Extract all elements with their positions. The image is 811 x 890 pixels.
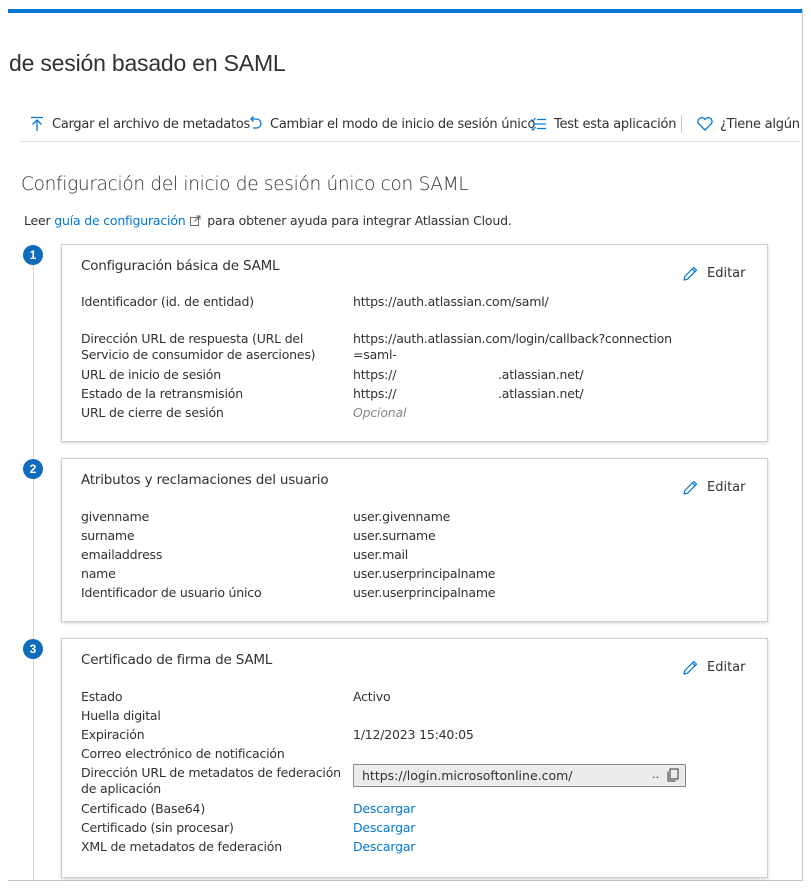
feedback-button[interactable]: ¿Tiene algún c	[696, 114, 802, 134]
checklist-icon	[531, 117, 546, 131]
row-value: user.givenname	[353, 509, 451, 524]
edit-basic-saml-button[interactable]: Editar	[682, 265, 746, 282]
row-value: user.userprincipalname	[353, 566, 496, 581]
section-title: Configuración del inicio de sesión único…	[21, 174, 469, 195]
row-value: 1/12/2023 15:40:05	[353, 727, 474, 742]
external-link-icon	[189, 215, 200, 226]
user-attributes-claims-card: Atributos y reclamaciones del usuario Ed…	[61, 458, 768, 622]
row-label: emailaddress	[81, 547, 163, 562]
metadata-url-field[interactable]: https://login.microsoftonline.com/ ..	[353, 764, 686, 787]
row-label: Huella digital	[81, 708, 161, 723]
pencil-icon	[683, 480, 698, 495]
row-value: user.mail	[353, 547, 409, 562]
download-federation-metadata-link[interactable]: Descargar	[353, 839, 415, 855]
row-label: givenname	[81, 509, 150, 524]
row-value-end: .atlassian.net/	[498, 367, 584, 382]
row-value: https://auth.atlassian.com/login/callbac…	[353, 331, 672, 362]
intro-prefix: Leer	[24, 213, 51, 228]
saml-signing-certificate-card: Certificado de firma de SAML Editar Esta…	[61, 638, 768, 878]
configuration-guide-link[interactable]: guía de configuración	[54, 213, 185, 228]
edit-label: Editar	[707, 660, 746, 675]
frame-bottom-border	[8, 880, 803, 881]
intro-suffix: para obtener ayuda para integrar Atlassi…	[207, 213, 512, 228]
url-ellipsis: ..	[652, 768, 659, 781]
top-accent-bar	[8, 9, 803, 13]
change-sso-mode-button[interactable]: Cambiar el modo de inicio de sesión únic…	[246, 114, 535, 134]
card-title: Atributos y reclamaciones del usuario	[81, 472, 329, 488]
row-value-start: https://	[353, 386, 397, 401]
card-title: Configuración básica de SAML	[81, 258, 280, 274]
undo-icon	[250, 116, 262, 129]
upload-icon	[31, 116, 43, 131]
toolbar-divider	[20, 141, 800, 142]
row-value: https://auth.atlassian.com/saml/	[353, 294, 549, 309]
download-certificate-base64-link[interactable]: Descargar	[353, 801, 415, 817]
row-value: Activo	[353, 689, 391, 704]
row-label: Expiración	[81, 727, 145, 742]
row-value-start: https://	[353, 367, 397, 382]
row-label: Identificador de usuario único	[81, 585, 262, 600]
row-label: Certificado (Base64)	[81, 801, 205, 816]
row-label: Dirección URL de respuesta (URL del Serv…	[81, 331, 316, 362]
frame-right-border	[802, 9, 803, 881]
row-label: Estado de la retransmisión	[81, 386, 243, 401]
row-value: user.userprincipalname	[353, 585, 496, 600]
intro-text: Leer guía de configuración para obtener …	[24, 213, 512, 228]
edit-certificate-button[interactable]: Editar	[682, 659, 746, 676]
change-sso-mode-label: Cambiar el modo de inicio de sesión únic…	[270, 116, 536, 132]
row-label: name	[81, 566, 116, 581]
row-label: Correo electrónico de notificación	[81, 746, 285, 761]
metadata-url-value: https://login.microsoftonline.com/	[362, 768, 573, 783]
basic-saml-configuration-card: Configuración básica de SAML Editar Iden…	[61, 244, 768, 442]
feedback-label: ¿Tiene algún c	[720, 116, 802, 132]
heart-icon	[697, 117, 713, 131]
row-value: Opcional	[353, 405, 407, 420]
download-certificate-raw-link[interactable]: Descargar	[353, 820, 415, 836]
upload-metadata-label: Cargar el archivo de metadatos	[52, 116, 251, 132]
step-timeline	[33, 265, 34, 880]
row-label: URL de cierre de sesión	[81, 405, 224, 420]
card-title: Certificado de firma de SAML	[81, 652, 273, 668]
row-value-end: .atlassian.net/	[498, 386, 584, 401]
edit-attributes-button[interactable]: Editar	[682, 479, 746, 496]
pencil-icon	[683, 660, 698, 675]
step-badge-2: 2	[23, 459, 43, 479]
test-app-button[interactable]: Test esta aplicación	[530, 114, 676, 134]
row-label: Dirección URL de metadatos de federación…	[81, 765, 341, 796]
row-value: user.surname	[353, 528, 436, 543]
step-badge-1: 1	[23, 245, 43, 265]
copy-icon[interactable]	[666, 768, 680, 782]
row-label: Estado	[81, 689, 123, 704]
upload-metadata-button[interactable]: Cargar el archivo de metadatos	[28, 114, 250, 134]
row-label: XML de metadatos de federación	[81, 839, 282, 854]
test-app-label: Test esta aplicación	[554, 116, 677, 132]
row-label: URL de inicio de sesión	[81, 367, 221, 382]
edit-label: Editar	[707, 266, 746, 281]
pencil-icon	[683, 266, 698, 281]
edit-label: Editar	[707, 480, 746, 495]
row-label: surname	[81, 528, 135, 543]
row-label: Certificado (sin procesar)	[81, 820, 234, 835]
command-bar: Cargar el archivo de metadatos Cambiar e…	[8, 106, 802, 142]
step-badge-3: 3	[23, 639, 43, 659]
toolbar-separator	[681, 115, 682, 133]
row-label: Identificador (id. de entidad)	[81, 294, 254, 309]
page-title: de sesión basado en SAML	[9, 50, 286, 76]
